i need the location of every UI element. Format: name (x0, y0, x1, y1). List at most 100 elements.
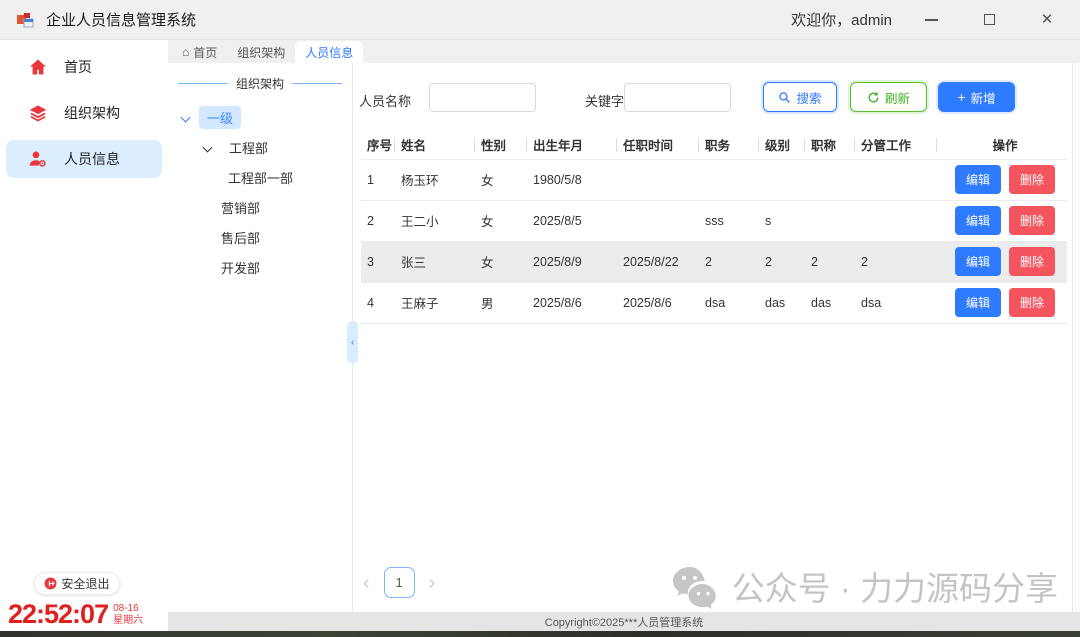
search-toolbar: 人员名称 关键字 搜索 刷新 (353, 63, 1080, 131)
cell-position: dsa (699, 282, 759, 323)
cell-name: 王二小 (395, 200, 475, 241)
delete-button[interactable]: 删除 (1009, 288, 1055, 317)
prev-page-icon[interactable]: ‹ (363, 573, 370, 593)
logout-label: 安全退出 (61, 575, 109, 592)
watermark: 公众号 · 力力源码分享 (670, 562, 1058, 610)
logout-button[interactable]: 安全退出 (34, 572, 120, 595)
table-header-cell: 职务 (699, 131, 759, 159)
table-header-cell: 分管工作 (855, 131, 937, 159)
minimize-icon[interactable] (922, 11, 940, 29)
cell-level: 2 (759, 241, 805, 282)
cell-index: 2 (361, 200, 395, 241)
refresh-button[interactable]: 刷新 (850, 82, 927, 112)
table-header-cell: 级别 (759, 131, 805, 159)
cell-hiredate (617, 200, 699, 241)
tree-node-marketing[interactable]: 营销部 (168, 196, 352, 218)
tab-org[interactable]: 组织架构 (227, 41, 295, 63)
cell-level: s (759, 200, 805, 241)
sidebar-item-home[interactable]: 首页 (6, 48, 162, 86)
tree-node-engineering-1[interactable]: 工程部一部 (168, 166, 352, 188)
tree-node-level1[interactable]: 一级 (168, 106, 352, 128)
org-tree-panel: 组织架构 一级 工程部 工程部一部 营销部 售后部 开发部 (168, 63, 353, 612)
table-row: 2 王二小 女 2025/8/5 sss s 编辑 删除 (361, 200, 1067, 241)
tree-node-label: 开发部 (221, 256, 268, 279)
window-controls: ✕ (922, 11, 1056, 29)
cell-position: 2 (699, 241, 759, 282)
sidebar-item-label: 组织架构 (64, 103, 120, 123)
tree-node-label: 工程部 (221, 136, 276, 159)
edit-button[interactable]: 编辑 (955, 247, 1001, 276)
search-button[interactable]: 搜索 (763, 82, 837, 112)
personnel-table: 序号 姓名 性别 出生年月 任职时间 职务 级别 职称 分管工作 操作 1 (361, 131, 1067, 324)
footer: Copyright©2025***人员管理系统 (168, 612, 1080, 631)
cell-gender: 女 (475, 159, 527, 200)
add-button[interactable]: + 新增 (938, 82, 1015, 112)
cell-duty: 2 (855, 241, 937, 282)
next-page-icon[interactable]: › (429, 573, 436, 593)
tab-personnel[interactable]: 人员信息 (295, 41, 363, 63)
clock-time: 22:52:07 (8, 599, 108, 630)
home-icon: ⌂ (182, 45, 189, 59)
cell-name: 王麻子 (395, 282, 475, 323)
chevron-down-icon[interactable] (181, 112, 191, 122)
sidebar-item-org[interactable]: 组织架构 (6, 94, 162, 132)
cell-level (759, 159, 805, 200)
person-gear-icon (28, 149, 48, 169)
keyword-input[interactable] (624, 83, 731, 112)
table-header-cell: 序号 (361, 131, 395, 159)
cell-index: 1 (361, 159, 395, 200)
app-title: 企业人员信息管理系统 (46, 9, 196, 30)
cell-title: 2 (805, 241, 855, 282)
vertical-scrollbar[interactable] (1072, 63, 1080, 612)
clock-date: 08-16 (113, 603, 143, 615)
copyright-text: Copyright©2025***人员管理系统 (545, 614, 704, 630)
page-number[interactable]: 1 (384, 567, 415, 598)
cell-gender: 女 (475, 200, 527, 241)
cell-index: 4 (361, 282, 395, 323)
tab-home[interactable]: ⌂ 首页 (172, 41, 227, 63)
tree-node-engineering[interactable]: 工程部 (168, 136, 352, 158)
maximize-icon[interactable] (980, 11, 998, 29)
delete-button[interactable]: 删除 (1009, 206, 1055, 235)
sidebar: 首页 组织架构 人员信息 安全退出 22:52:07 08-16 星期六 (0, 40, 168, 631)
search-label: 搜索 (796, 88, 821, 107)
add-label: 新增 (971, 88, 996, 107)
edit-button[interactable]: 编辑 (955, 206, 1001, 235)
tree-node-label: 售后部 (221, 226, 268, 249)
sidebar-item-label: 首页 (64, 57, 92, 77)
tree-node-aftersales[interactable]: 售后部 (168, 226, 352, 248)
delete-button[interactable]: 删除 (1009, 247, 1055, 276)
cell-title (805, 159, 855, 200)
logout-icon (44, 577, 57, 590)
titlebar: 企业人员信息管理系统 欢迎你，admin ✕ (0, 0, 1080, 40)
collapse-panel-handle[interactable]: ‹ (347, 321, 358, 363)
close-icon[interactable]: ✕ (1038, 11, 1056, 29)
delete-button[interactable]: 删除 (1009, 165, 1055, 194)
cell-birth: 2025/8/5 (527, 200, 617, 241)
table-row: 3 张三 女 2025/8/9 2025/8/22 2 2 2 2 编辑 删除 (361, 241, 1067, 282)
cell-gender: 女 (475, 241, 527, 282)
name-input[interactable] (429, 83, 536, 112)
cell-birth: 2025/8/9 (527, 241, 617, 282)
tab-label: 组织架构 (237, 44, 285, 61)
cell-hiredate: 2025/8/22 (617, 241, 699, 282)
cell-hiredate (617, 159, 699, 200)
taskbar-strip (0, 631, 1080, 637)
table-header-cell: 性别 (475, 131, 527, 159)
cell-position: sss (699, 200, 759, 241)
edit-button[interactable]: 编辑 (955, 165, 1001, 194)
refresh-label: 刷新 (885, 88, 910, 107)
keyword-label: 关键字 (585, 91, 624, 110)
sidebar-item-label: 人员信息 (64, 149, 120, 169)
table-header-cell: 出生年月 (527, 131, 617, 159)
tree-node-development[interactable]: 开发部 (168, 256, 352, 278)
plus-icon: + (957, 90, 965, 104)
table-header-cell: 操作 (937, 131, 1067, 159)
table-row: 1 杨玉环 女 1980/5/8 编辑 删除 (361, 159, 1067, 200)
chevron-down-icon[interactable] (203, 142, 213, 152)
cell-birth: 2025/8/6 (527, 282, 617, 323)
edit-button[interactable]: 编辑 (955, 288, 1001, 317)
cell-index: 3 (361, 241, 395, 282)
table-header-cell: 职称 (805, 131, 855, 159)
sidebar-item-personnel[interactable]: 人员信息 (6, 140, 162, 178)
